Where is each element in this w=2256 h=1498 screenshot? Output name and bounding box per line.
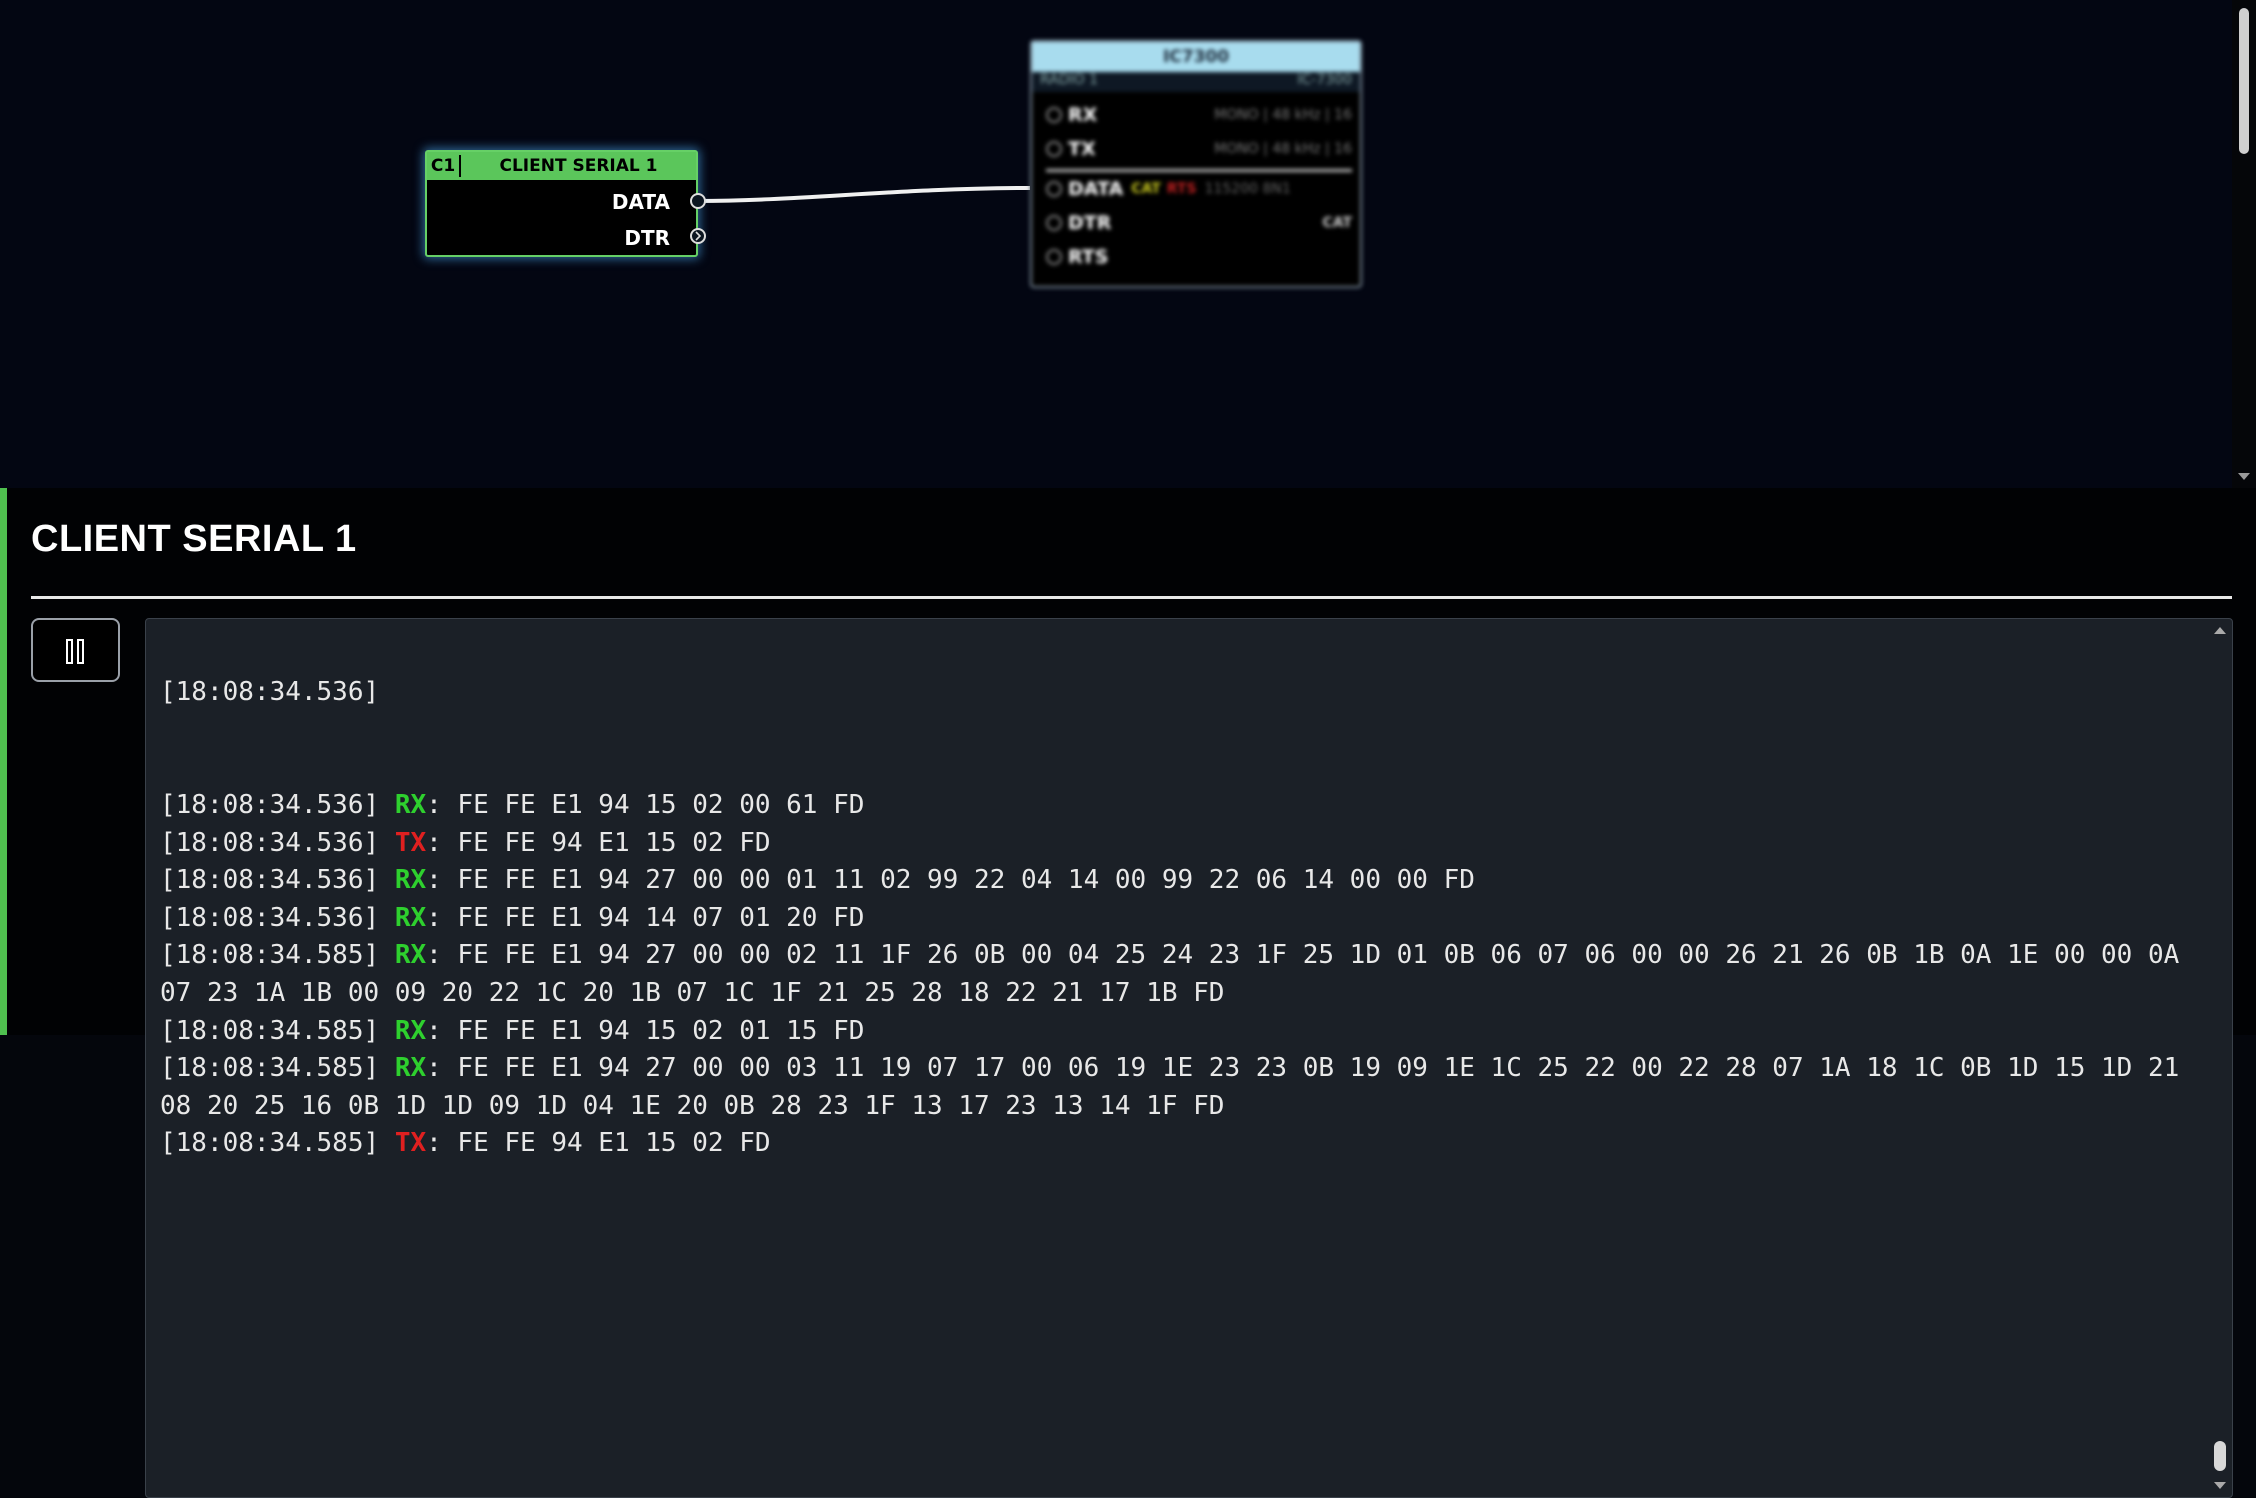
log-line: [18:08:34.536] RX: FE FE E1 94 27 00 00 … <box>160 862 2200 900</box>
serial-log[interactable]: [18:08:34.536] [18:08:34.536] RX: FE FE … <box>145 618 2233 1498</box>
port-meta: MONO | 48 kHz | 16 <box>1214 107 1352 123</box>
client-serial-node[interactable]: C1 CLIENT SERIAL 1 DATA DTR <box>425 150 698 257</box>
node-title: CLIENT SERIAL 1 <box>499 156 658 176</box>
graph-canvas[interactable]: C1 CLIENT SERIAL 1 DATA DTR IC7300 RADIO… <box>0 0 2232 488</box>
log-timestamp: [18:08:34.585] <box>160 1128 395 1159</box>
port-meta: MONO | 48 kHz | 16 <box>1214 141 1352 157</box>
pause-icon <box>66 639 73 664</box>
tx-label: TX <box>394 1128 427 1159</box>
log-bytes: : FE FE E1 94 27 00 00 03 11 19 07 17 00… <box>160 1053 2195 1121</box>
log-line: [18:08:34.536] TX: FE FE 94 E1 15 02 FD <box>160 825 2200 863</box>
scrollbar-thumb[interactable] <box>2239 8 2249 154</box>
rx-label: RX <box>394 789 427 820</box>
log-timestamp: [18:08:34.536] <box>160 827 395 858</box>
port-label: DTR <box>1068 212 1112 234</box>
log-scrollbar[interactable] <box>2208 619 2232 1497</box>
log-bytes: : FE FE E1 94 15 02 01 15 FD <box>426 1015 865 1046</box>
log-line: [18:08:34.585] RX: FE FE E1 94 15 02 01 … <box>160 1013 2200 1051</box>
log-timestamp: [18:08:34.536] <box>160 865 395 896</box>
log-line: [18:08:34.585] RX: FE FE E1 94 27 00 00 … <box>160 937 2200 1012</box>
port-label: RTS <box>1068 246 1109 268</box>
cat-badge: CAT <box>1131 181 1161 197</box>
rts-badge: RTS <box>1166 181 1197 197</box>
tx-label: TX <box>394 827 427 858</box>
log-timestamp: [18:08:34.585] <box>160 940 395 971</box>
divider <box>1046 169 1352 172</box>
radio-port-tx[interactable]: TX MONO | 48 kHz | 16 <box>1046 134 1352 164</box>
divider <box>31 596 2232 599</box>
port-connector[interactable] <box>1046 215 1062 231</box>
log-timestamp: [18:08:34.536] <box>160 789 395 820</box>
log-bytes: : FE FE 94 E1 15 02 FD <box>426 827 771 858</box>
log-line: [18:08:34.585] RX: FE FE E1 94 27 00 00 … <box>160 1050 2200 1125</box>
port-connector[interactable] <box>1046 107 1062 123</box>
panel-title: CLIENT SERIAL 1 <box>31 518 357 560</box>
rx-label: RX <box>394 902 427 933</box>
radio-node-title: IC7300 <box>1032 42 1360 72</box>
detail-panel: CLIENT SERIAL 1 [18:08:34.536] [18:08:34… <box>0 488 2256 1498</box>
scroll-down-icon[interactable] <box>2238 473 2250 480</box>
scroll-up-icon[interactable] <box>2214 627 2226 634</box>
radio-port-rts[interactable]: RTS <box>1046 242 1352 272</box>
port-label: TX <box>1068 138 1096 160</box>
pause-icon <box>77 639 84 664</box>
port-label: RX <box>1068 104 1098 126</box>
canvas-scrollbar[interactable] <box>2232 0 2256 488</box>
log-lines: [18:08:34.536] [18:08:34.536] RX: FE FE … <box>160 619 2200 1163</box>
log-line: [18:08:34.536] RX: FE FE E1 94 15 02 00 … <box>160 787 2200 825</box>
port-connector[interactable] <box>1046 181 1062 197</box>
log-bytes: : FE FE E1 94 15 02 00 61 FD <box>426 789 865 820</box>
node-header[interactable]: C1 CLIENT SERIAL 1 <box>427 152 696 180</box>
log-bytes: : FE FE E1 94 14 07 01 20 FD <box>426 902 865 933</box>
port-meta: 115200 8N1 <box>1204 181 1291 197</box>
port-data-label: DATA <box>611 190 670 214</box>
rx-label: RX <box>394 940 427 971</box>
log-timestamp: [18:08:34.585] <box>160 1015 395 1046</box>
log-line: [18:08:34.536] <box>160 677 395 708</box>
log-timestamp: [18:08:34.536] <box>160 902 395 933</box>
port-connector[interactable] <box>1046 249 1062 265</box>
port-dtr-label: DTR <box>624 226 670 250</box>
log-bytes: : FE FE E1 94 27 00 00 02 11 1F 26 0B 00… <box>160 940 2195 1008</box>
panel-accent-bar <box>0 488 7 1035</box>
radio-node-subtitle: RADIO 1 <box>1040 72 1099 88</box>
rx-label: RX <box>394 1053 427 1084</box>
radio-node[interactable]: IC7300 RADIO 1 IC-7300 RX MONO | 48 kHz … <box>1030 40 1362 288</box>
rx-label: RX <box>394 1015 427 1046</box>
log-bytes: : FE FE E1 94 27 00 00 01 11 02 99 22 04… <box>426 865 1475 896</box>
scroll-down-icon[interactable] <box>2214 1482 2226 1489</box>
radio-port-data[interactable]: DATA CAT RTS 115200 8N1 <box>1046 174 1352 204</box>
log-line: [18:08:34.585] TX: FE FE 94 E1 15 02 FD <box>160 1125 2200 1163</box>
port-label: DATA <box>1068 178 1124 200</box>
port-data-connector[interactable] <box>690 193 706 209</box>
log-timestamp: [18:08:34.585] <box>160 1053 395 1084</box>
node-id: C1 <box>427 155 461 177</box>
radio-node-model: IC-7300 <box>1297 72 1352 88</box>
pause-button[interactable] <box>31 618 120 682</box>
radio-port-rx[interactable]: RX MONO | 48 kHz | 16 <box>1046 100 1352 130</box>
radio-port-dtr[interactable]: DTR CAT <box>1046 208 1352 238</box>
log-bytes: : FE FE 94 E1 15 02 FD <box>426 1128 771 1159</box>
port-connector[interactable] <box>1046 141 1062 157</box>
scrollbar-thumb[interactable] <box>2214 1441 2226 1471</box>
rx-label: RX <box>394 865 427 896</box>
port-dtr-connector[interactable] <box>690 228 706 244</box>
port-meta: CAT <box>1322 215 1352 231</box>
log-line: [18:08:34.536] RX: FE FE E1 94 14 07 01 … <box>160 900 2200 938</box>
